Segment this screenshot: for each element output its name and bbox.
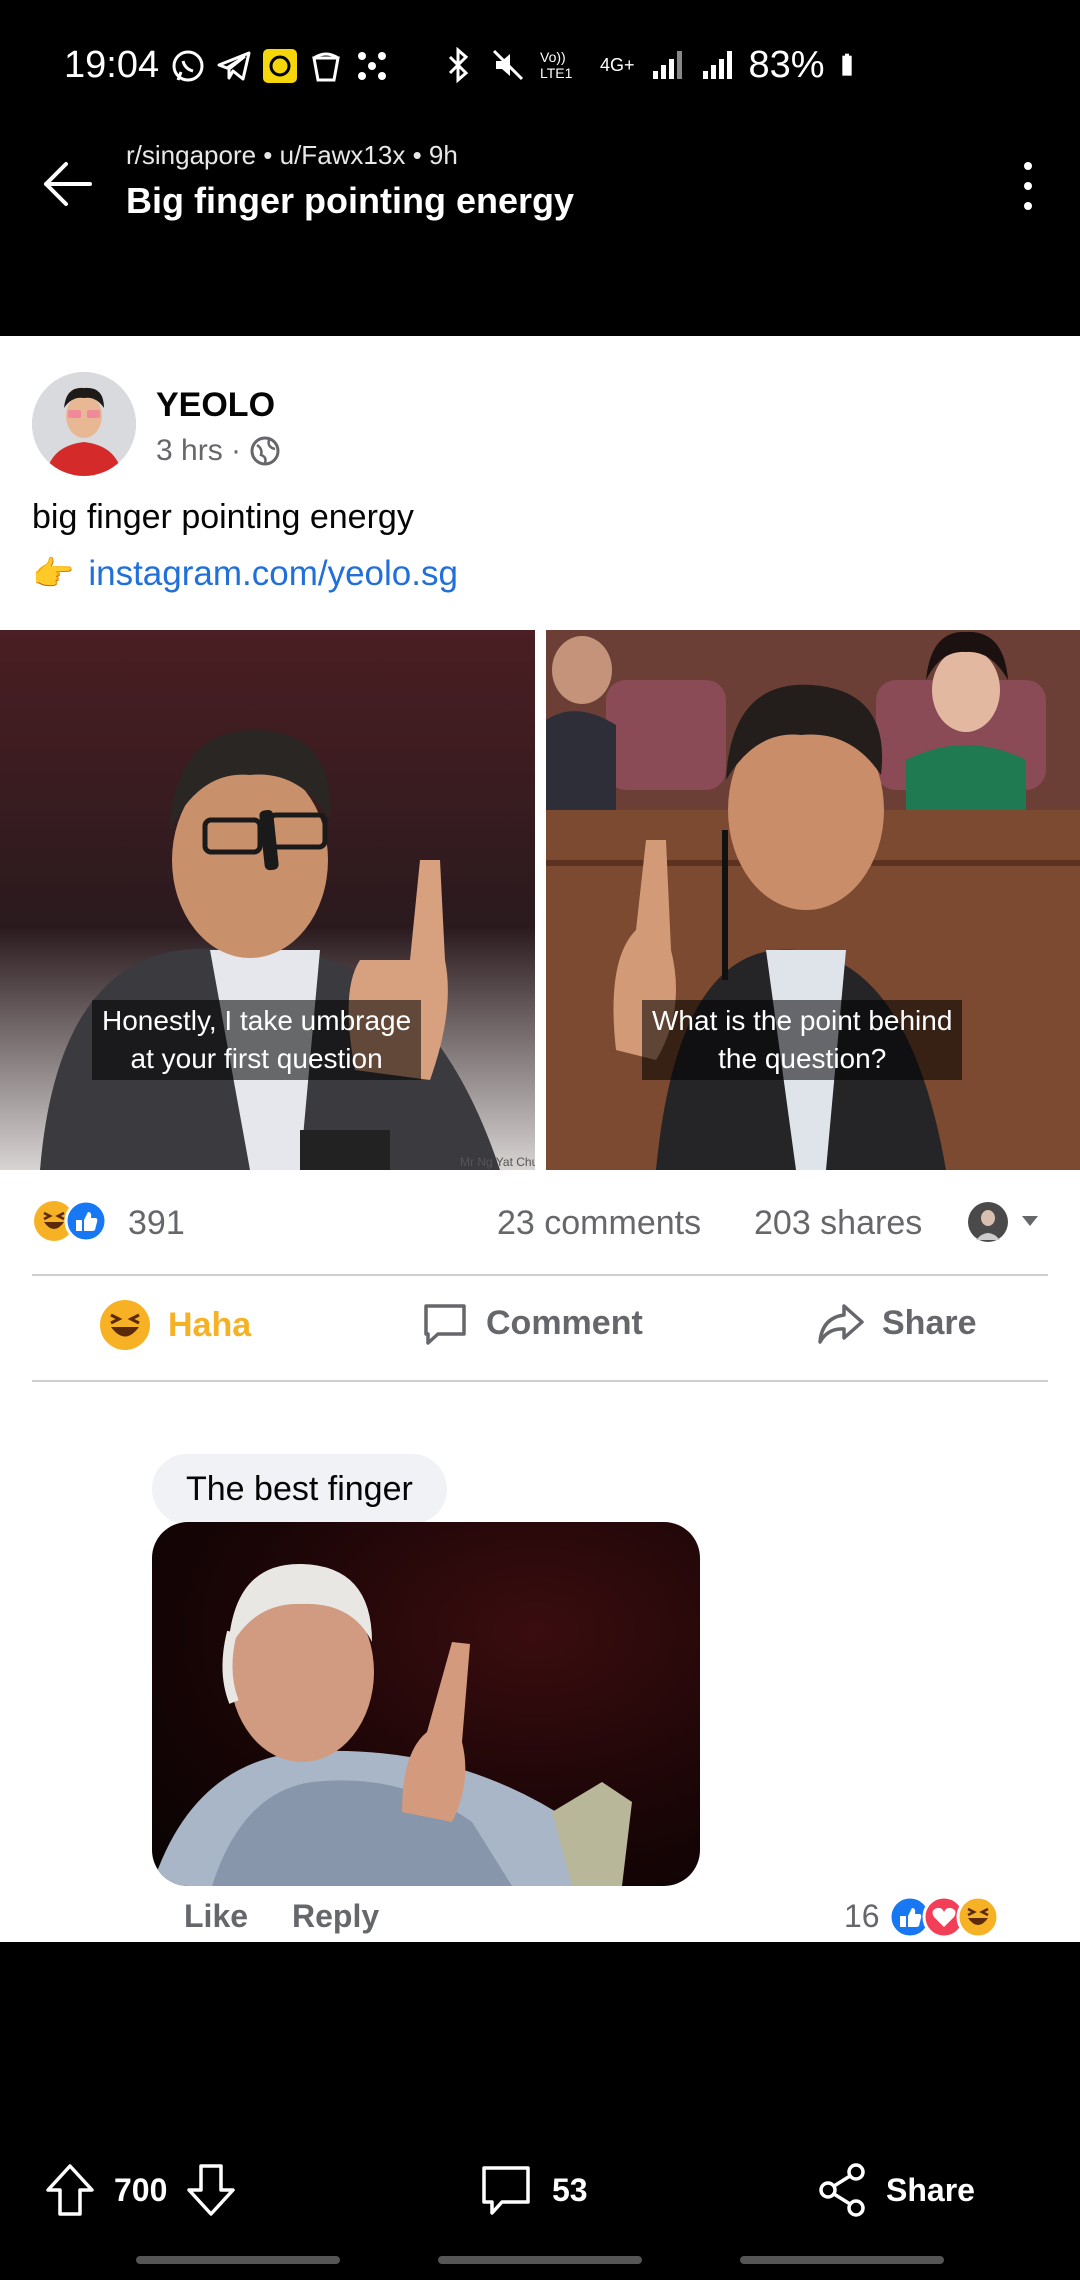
share-post-button[interactable]: Share (816, 2162, 975, 2218)
gesture-bar-right (740, 2256, 944, 2264)
bluetooth-icon (448, 47, 469, 83)
share-button[interactable]: Share (816, 1298, 977, 1348)
post-time: 3 hrs · (156, 434, 281, 468)
back-arrow-icon[interactable] (36, 152, 100, 216)
vote-group: 700 (44, 2162, 237, 2218)
photo-right-scene (546, 630, 1080, 1170)
post-meta[interactable]: r/singapore • u/Fawx13x • 9h (126, 140, 458, 171)
vote-count: 700 (114, 2171, 168, 2208)
comment-reaction-count: 16 (844, 1898, 880, 1934)
instagram-link[interactable]: instagram.com/yeolo.sg (88, 554, 458, 594)
comment-icon (424, 1304, 466, 1345)
haha-emoji-icon (100, 1300, 150, 1350)
post-photos: Mr Ng Yat Chu Honestly, I take umbrage a… (0, 630, 1080, 1170)
comment-reply-button[interactable]: Reply (292, 1898, 379, 1935)
more-options-icon[interactable] (1008, 156, 1048, 216)
photo-right-caption: What is the point behind the question? (642, 1000, 963, 1080)
comment-button[interactable]: Comment (420, 1298, 643, 1348)
haha-like-reaction-icons (34, 1199, 108, 1243)
page-title: Big finger pointing energy (126, 180, 574, 221)
shares-count: 203 shares (754, 1204, 923, 1242)
post-action-bar: 700 53 Share (0, 2140, 1080, 2240)
app-notification-icon (263, 49, 297, 83)
reaction-count: 391 (128, 1204, 185, 1242)
gesture-bar-center (438, 2256, 642, 2264)
photo-left-caption-line-1: Honestly, I take umbrage (102, 1005, 412, 1036)
post-image[interactable]: YEOLO 3 hrs · big finger pointing energy… (0, 336, 1080, 1942)
action-bar: Haha Comment Share (0, 1278, 1080, 1378)
comment-image (152, 1522, 700, 1886)
photo-right-caption-line-2: the question? (718, 1043, 887, 1074)
reaction-selector-icon (968, 1202, 1038, 1242)
comment-like-button[interactable]: Like (184, 1898, 248, 1935)
comment-count: 53 (552, 2171, 588, 2208)
post-header: r/singapore • u/Fawx13x • 9h Big finger … (0, 130, 1080, 336)
share-arrow-icon (818, 1304, 864, 1344)
haha-label: Haha (168, 1305, 252, 1344)
photo-right-caption-line-1: What is the point behind (652, 1005, 953, 1036)
photo-left: Mr Ng Yat Chu Honestly, I take umbrage a… (0, 630, 535, 1170)
haha-button[interactable]: Haha (98, 1298, 251, 1352)
avatar (32, 372, 136, 476)
comments-button[interactable]: 53 (478, 2162, 588, 2218)
post-time-text: 3 hrs · (156, 434, 242, 467)
share-icon (819, 2163, 865, 2217)
signal-icon-1 (652, 51, 682, 79)
share-label: Share (882, 1303, 977, 1342)
comment-bubble-icon (482, 2166, 530, 2215)
gesture-bar-left (136, 2256, 340, 2264)
volte-label: Vo)) LTE1 (540, 49, 573, 81)
whatsapp-icon (172, 50, 204, 82)
comment-bubble: The best finger (152, 1454, 447, 1524)
photo-left-watermark: Mr Ng Yat Chu (460, 1155, 535, 1169)
reactions-summary: 391 23 comments 203 shares (32, 1198, 1048, 1248)
network-app-icon (358, 52, 386, 80)
post-text: big finger pointing energy (32, 498, 414, 536)
comment-label: Comment (486, 1303, 643, 1342)
globe-icon (250, 436, 280, 466)
photo-left-caption-line-2: at your first question (130, 1043, 383, 1074)
author-name: YEOLO (156, 386, 276, 424)
battery-icon (841, 53, 852, 76)
photo-left-scene: Mr Ng Yat Chu (40, 730, 535, 1170)
upvote-icon[interactable] (44, 2162, 96, 2218)
post-link-row: 👉 instagram.com/yeolo.sg (32, 554, 458, 594)
mute-icon (492, 49, 524, 81)
system-icons: Vo)) LTE1 4G+ 83% (440, 42, 863, 88)
avatar-portrait (32, 372, 136, 476)
bucket-app-icon (312, 52, 340, 82)
battery-percent: 83% (748, 43, 825, 86)
comments-count: 23 comments (497, 1204, 702, 1242)
telegram-icon (217, 51, 251, 81)
signal-icon-2 (702, 51, 732, 79)
status-time: 19:04 (64, 44, 160, 86)
photo-right: What is the point behind the question? (546, 630, 1080, 1170)
comment-image-portrait (152, 1563, 632, 1886)
divider (32, 1274, 1048, 1276)
comment-reactions-icons (888, 1895, 1000, 1939)
notification-icons (170, 44, 390, 88)
pointing-hand-icon: 👉 (32, 555, 75, 593)
downvote-icon[interactable] (185, 2162, 237, 2218)
share-post-label: Share (886, 2171, 975, 2208)
status-bar: 19:04 Vo)) LTE1 4G+ 83% (0, 0, 1080, 130)
divider (32, 1380, 1048, 1382)
network-label: 4G+ (600, 54, 635, 75)
photo-left-caption: Honestly, I take umbrage at your first q… (92, 1000, 422, 1080)
